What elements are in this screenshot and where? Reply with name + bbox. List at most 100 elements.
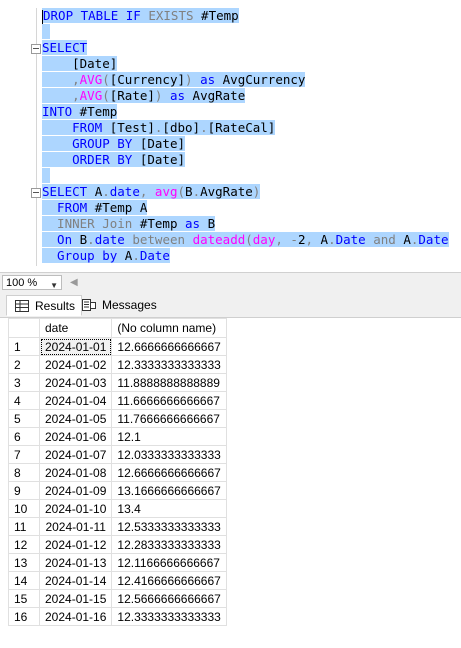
value-cell[interactable]: 11.7666666666667 — [111, 409, 227, 428]
row-number-cell[interactable]: 7 — [8, 445, 40, 464]
code-line-16: Group by A.Date — [42, 248, 170, 263]
table-row[interactable]: 11 2024-01-11 12.5333333333333 — [8, 517, 227, 536]
column-header-value[interactable]: (No column name) — [111, 318, 227, 338]
row-number-cell[interactable]: 11 — [8, 517, 40, 536]
results-grid[interactable]: date (No column name) 1 2024-01-01 12.6666… — [8, 318, 227, 626]
messages-icon — [82, 299, 96, 311]
date-cell[interactable]: 2024-01-13 — [38, 553, 113, 572]
date-cell[interactable]: 2024-01-11 — [38, 517, 113, 536]
collapse-select-icon[interactable] — [31, 44, 41, 54]
date-cell[interactable]: 2024-01-15 — [38, 589, 113, 608]
value-cell[interactable]: 11.8888888888889 — [111, 373, 227, 392]
table-row[interactable]: 14 2024-01-14 12.4166666666667 — [8, 571, 227, 590]
table-row[interactable]: 6 2024-01-06 12.1 — [8, 427, 227, 446]
table-row[interactable]: 15 2024-01-15 12.5666666666667 — [8, 589, 227, 608]
row-number-cell[interactable]: 3 — [8, 373, 40, 392]
code-line-9: GROUP BY [Date] — [42, 136, 185, 151]
code-line-12: SELECT A.date, avg(B.AvgRate) — [42, 184, 261, 199]
code-line-14: INNER Join #Temp as B — [42, 216, 216, 231]
row-number-cell[interactable]: 6 — [8, 427, 40, 446]
tab-results-label: Results — [35, 299, 76, 313]
table-row[interactable]: 12 2024-01-12 12.2833333333333 — [8, 535, 227, 554]
row-number-cell[interactable]: 10 — [8, 499, 40, 518]
code-line-7: INTO #Temp — [42, 104, 118, 119]
code-line-1: DROP TABLE IF EXISTS #Temp — [42, 8, 239, 24]
date-cell[interactable]: 2024-01-03 — [38, 373, 113, 392]
collapse-select-icon[interactable] — [31, 188, 41, 198]
value-cell[interactable]: 13.4 — [111, 499, 227, 518]
table-row[interactable]: 1 2024-01-01 12.6666666666667 — [8, 337, 227, 356]
date-cell[interactable]: 2024-01-06 — [38, 427, 113, 446]
date-cell[interactable]: 2024-01-12 — [38, 535, 113, 554]
code-line-11 — [42, 168, 50, 184]
date-cell[interactable]: 2024-01-14 — [38, 571, 113, 590]
table-row[interactable]: 10 2024-01-10 13.4 — [8, 499, 227, 518]
grid-header-row: date (No column name) — [8, 318, 227, 338]
value-cell[interactable]: 11.6666666666667 — [111, 391, 227, 410]
row-number-cell[interactable]: 13 — [8, 553, 40, 572]
value-cell[interactable]: 12.5666666666667 — [111, 589, 227, 608]
table-row[interactable]: 3 2024-01-03 11.8888888888889 — [8, 373, 227, 392]
zoom-select[interactable]: 100 % ▼ — [2, 275, 62, 290]
code-line-6: ,AVG([Rate]) as AvgRate — [42, 88, 246, 103]
code-line-5: ,AVG([Currency]) as AvgCurrency — [42, 72, 306, 87]
column-header-date[interactable]: date — [38, 318, 113, 338]
value-cell[interactable]: 12.3333333333333 — [111, 355, 227, 374]
row-number-cell[interactable]: 4 — [8, 391, 40, 410]
date-cell[interactable]: 2024-01-01 — [38, 337, 113, 356]
row-number-cell[interactable]: 15 — [8, 589, 40, 608]
date-cell[interactable]: 2024-01-08 — [38, 463, 113, 482]
row-number-cell[interactable]: 8 — [8, 463, 40, 482]
value-cell[interactable]: 13.1666666666667 — [111, 481, 227, 500]
value-cell[interactable]: 12.1 — [111, 427, 227, 446]
tab-messages-label: Messages — [102, 298, 157, 312]
code-line-15: On B.date between dateadd(day, -2, A.Dat… — [42, 232, 449, 247]
code-line-4: [Date] — [42, 56, 118, 71]
table-row[interactable]: 16 2024-01-16 12.3333333333333 — [8, 607, 227, 626]
code-line-2 — [42, 24, 50, 40]
row-number-cell[interactable]: 9 — [8, 481, 40, 500]
date-cell[interactable]: 2024-01-04 — [38, 391, 113, 410]
table-row[interactable]: 9 2024-01-09 13.1666666666667 — [8, 481, 227, 500]
results-tab-bar: Results Messages — [0, 293, 461, 318]
date-cell[interactable]: 2024-01-07 — [38, 445, 113, 464]
code-line-8: FROM [Test].[dbo].[RateCal] — [42, 120, 276, 135]
row-number-cell[interactable]: 16 — [8, 607, 40, 626]
date-cell[interactable]: 2024-01-09 — [38, 481, 113, 500]
code-line-10: ORDER BY [Date] — [42, 152, 185, 167]
date-cell[interactable]: 2024-01-10 — [38, 499, 113, 518]
row-number-cell[interactable]: 5 — [8, 409, 40, 428]
date-cell[interactable]: 2024-01-16 — [38, 607, 113, 626]
table-row[interactable]: 5 2024-01-05 11.7666666666667 — [8, 409, 227, 428]
results-panel: Results Messages date (No column name) 1… — [0, 293, 461, 648]
value-cell[interactable]: 12.0333333333333 — [111, 445, 227, 464]
value-cell[interactable]: 12.5333333333333 — [111, 517, 227, 536]
chevron-down-icon[interactable]: ▼ — [50, 278, 58, 293]
value-cell[interactable]: 12.3333333333333 — [111, 607, 227, 626]
scroll-left-arrow-icon[interactable]: ◀ — [70, 277, 78, 288]
tab-messages[interactable]: Messages — [74, 295, 163, 316]
row-number-cell[interactable]: 2 — [8, 355, 40, 374]
table-row[interactable]: 4 2024-01-04 11.6666666666667 — [8, 391, 227, 410]
row-number-cell[interactable]: 14 — [8, 571, 40, 590]
code-line-3: SELECT — [42, 40, 88, 55]
value-cell[interactable]: 12.4166666666667 — [111, 571, 227, 590]
value-cell[interactable]: 12.1166666666667 — [111, 553, 227, 572]
date-cell[interactable]: 2024-01-05 — [38, 409, 113, 428]
table-row[interactable]: 8 2024-01-08 12.6666666666667 — [8, 463, 227, 482]
code-line-13: FROM #Temp A — [42, 200, 148, 215]
table-row[interactable]: 2 2024-01-02 12.3333333333333 — [8, 355, 227, 374]
value-cell[interactable]: 12.2833333333333 — [111, 535, 227, 554]
row-number-cell[interactable]: 1 — [8, 337, 40, 356]
table-row[interactable]: 13 2024-01-13 12.1166666666667 — [8, 553, 227, 572]
value-cell[interactable]: 12.6666666666667 — [111, 337, 227, 356]
zoom-value: 100 % — [6, 277, 38, 289]
row-number-cell[interactable]: 12 — [8, 535, 40, 554]
date-cell[interactable]: 2024-01-02 — [38, 355, 113, 374]
table-row[interactable]: 7 2024-01-07 12.0333333333333 — [8, 445, 227, 464]
query-editor[interactable]: DROP TABLE IF EXISTS #Temp SELECT [Date]… — [0, 0, 461, 272]
value-cell[interactable]: 12.6666666666667 — [111, 463, 227, 482]
editor-status-strip: 100 % ▼ ◀ — [0, 272, 461, 293]
tab-results[interactable]: Results — [6, 295, 83, 316]
row-number-header[interactable] — [8, 318, 40, 338]
